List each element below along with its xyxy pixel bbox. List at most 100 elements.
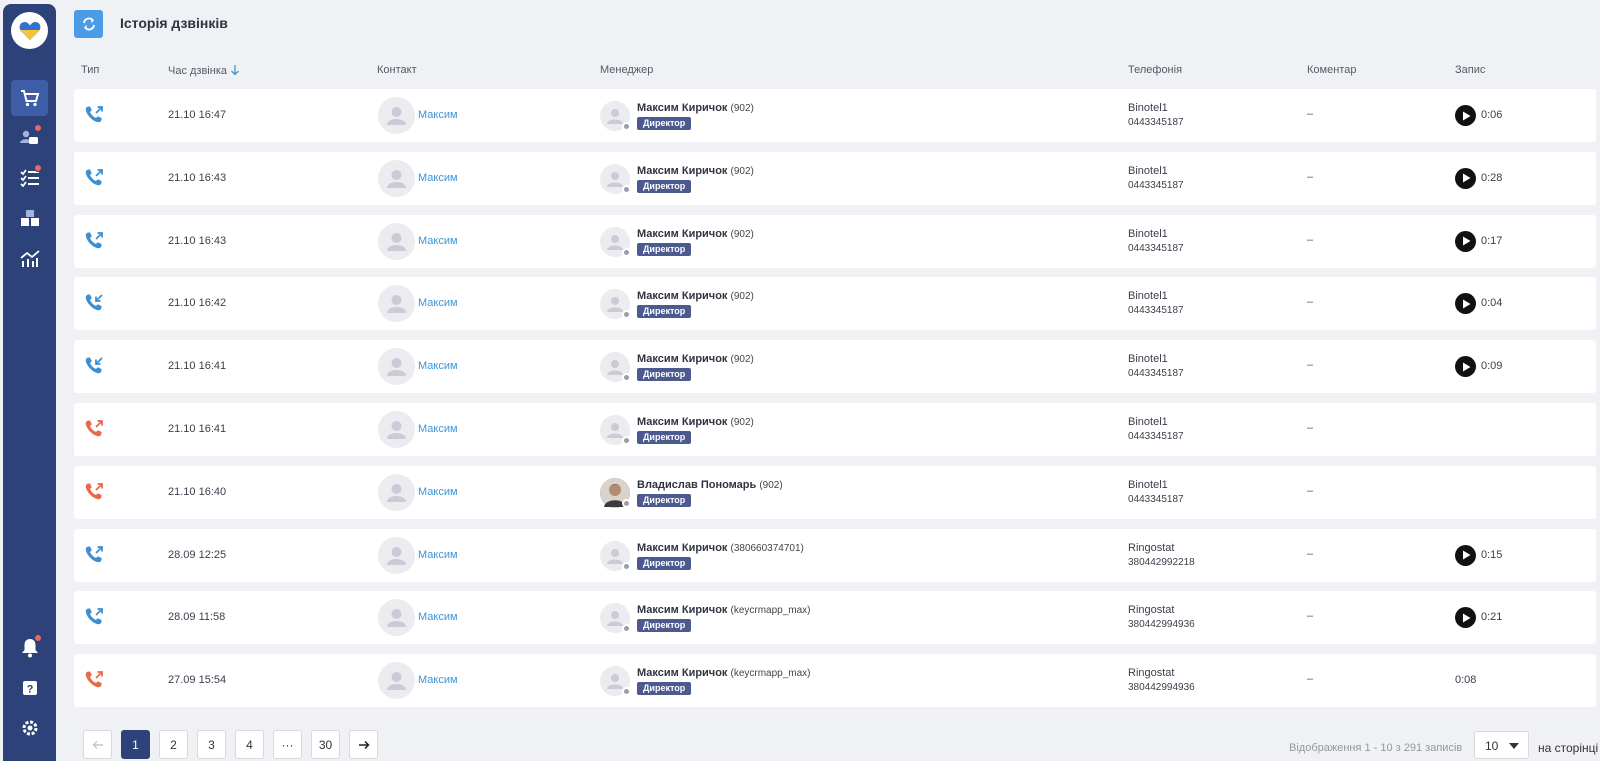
- per-page-label: на сторінці: [1538, 741, 1599, 755]
- sidebar-item-orders[interactable]: [11, 80, 48, 116]
- sidebar-settings[interactable]: [11, 710, 48, 746]
- table-row[interactable]: 21.10 16:41 Максим Максим Киричок (902) Дир…: [74, 340, 1596, 394]
- comment: –: [1307, 610, 1314, 623]
- contact-avatar: [378, 662, 415, 700]
- manager-info: Максим Киричок (keycrmapp_max): [637, 667, 811, 679]
- arrow-left-icon: [92, 740, 103, 749]
- play-record-button[interactable]: [1455, 544, 1476, 566]
- record-duration: 0:09: [1481, 360, 1503, 373]
- user-placeholder-icon: [387, 358, 406, 377]
- play-record-button[interactable]: [1455, 105, 1476, 126]
- comment: –: [1307, 296, 1314, 309]
- contact-link[interactable]: Максим: [418, 486, 458, 498]
- page-button-30[interactable]: 30: [311, 730, 340, 759]
- contact-link[interactable]: Максим: [418, 549, 458, 561]
- call-time: 28.09 12:25: [168, 548, 227, 561]
- contact-link[interactable]: Максим: [418, 172, 458, 184]
- manager-info: Максим Киричок (keycrmapp_max): [637, 604, 811, 616]
- contact-link[interactable]: Максим: [418, 235, 458, 247]
- column-header-comment: Коментар: [1307, 64, 1357, 76]
- contact-avatar: [378, 222, 415, 260]
- arrow-right-icon: [358, 740, 370, 749]
- page-button-4[interactable]: 4: [235, 730, 264, 759]
- role-badge: Директор: [637, 117, 692, 130]
- table-row[interactable]: 21.10 16:41 Максим Максим Киричок (902) Дир…: [74, 403, 1596, 456]
- telephony-number: 0443345187: [1128, 117, 1184, 128]
- contact-link[interactable]: Максим: [418, 423, 458, 435]
- manager-info: Максим Киричок (902): [637, 353, 754, 365]
- comment: –: [1307, 170, 1314, 183]
- manager-name: Максим Киричок: [637, 290, 728, 303]
- telephony-provider: Binotel1: [1128, 353, 1168, 366]
- column-header-manager: Менеджер: [600, 64, 654, 76]
- page-button-1[interactable]: 1: [121, 730, 150, 759]
- play-record-button[interactable]: [1455, 167, 1476, 189]
- contact-link[interactable]: Максим: [418, 109, 458, 121]
- refresh-button[interactable]: [74, 10, 103, 38]
- table-row[interactable]: 27.09 15:54 Максим Максим Киричок (keycrma…: [74, 654, 1596, 708]
- contact-avatar: [378, 536, 415, 574]
- manager-extension: (902): [730, 417, 754, 428]
- caret-down-icon: [1509, 743, 1519, 749]
- call-time: 21.10 16:43: [168, 234, 227, 247]
- contact-avatar: [378, 97, 415, 134]
- table-row[interactable]: 21.10 16:43 Максим Максим Киричок (902) Дир…: [74, 151, 1596, 205]
- table-row[interactable]: 21.10 16:43 Максим Максим Киричок (902) Дир…: [74, 214, 1596, 268]
- comment: –: [1307, 359, 1314, 372]
- missed-call-icon: [85, 482, 103, 500]
- contact-link[interactable]: Максим: [418, 674, 458, 686]
- play-record-button[interactable]: [1455, 293, 1476, 315]
- manager-name: Максим Киричок: [637, 353, 728, 366]
- manager-name: Максим Киричок: [637, 604, 728, 617]
- page-ellipsis[interactable]: ···: [273, 730, 302, 759]
- table-row[interactable]: 21.10 16:47 Максим Максим Киричок (902) Дир…: [74, 89, 1596, 142]
- table-row[interactable]: 28.09 11:58 Максим Максим Киричок (keycrma…: [74, 591, 1596, 645]
- contact-link[interactable]: Максим: [418, 360, 458, 372]
- sidebar-item-tasks[interactable]: [11, 160, 48, 196]
- heart-logo-icon: [19, 21, 40, 40]
- sidebar-help[interactable]: ?: [11, 670, 48, 706]
- play-record-button[interactable]: [1455, 356, 1476, 378]
- outgoing-call-icon: [85, 168, 103, 186]
- table-row[interactable]: 21.10 16:42 Максим Максим Киричок (902) Дир…: [74, 277, 1596, 331]
- sidebar-item-warehouse[interactable]: [11, 200, 48, 236]
- call-time: 21.10 16:41: [168, 423, 227, 435]
- record-duration: 0:06: [1481, 109, 1503, 121]
- record-duration: 0:17: [1481, 234, 1503, 247]
- page-size-select[interactable]: 10: [1474, 731, 1529, 759]
- contact-avatar: [378, 285, 415, 323]
- user-placeholder-icon: [387, 421, 406, 439]
- manager-name: Максим Киричок: [637, 667, 728, 680]
- play-icon: [1462, 550, 1470, 560]
- play-record-button[interactable]: [1455, 230, 1476, 252]
- logo[interactable]: [11, 12, 48, 49]
- page-button-3[interactable]: 3: [197, 730, 226, 759]
- status-indicator: [622, 247, 631, 257]
- column-header-time[interactable]: Час дзвінка: [168, 64, 240, 77]
- manager-info: Максим Киричок (902): [637, 165, 754, 177]
- column-header-time-label: Час дзвінка: [168, 65, 228, 77]
- status-indicator: [622, 122, 631, 131]
- manager-name: Владислав Пономарь: [637, 478, 757, 491]
- call-time: 21.10 16:43: [168, 171, 227, 184]
- sidebar-item-clients[interactable]: [11, 120, 48, 156]
- page-title: Історія дзвінків: [120, 15, 228, 31]
- page-button-2[interactable]: 2: [159, 730, 188, 759]
- page-size-value: 10: [1485, 739, 1499, 753]
- prev-page-button[interactable]: [83, 730, 112, 759]
- table-row[interactable]: 28.09 12:25 Максим Максим Киричок (3806603…: [74, 528, 1596, 582]
- manager-info: Максим Киричок (902): [637, 102, 754, 114]
- manager-avatar: [600, 666, 631, 697]
- sidebar-item-analytics[interactable]: [11, 240, 48, 276]
- next-page-button[interactable]: [349, 730, 378, 759]
- play-icon: [1462, 111, 1470, 120]
- gear-icon: [22, 720, 37, 736]
- table-row[interactable]: 21.10 16:40 Максим Владислав Пономарь (902…: [74, 465, 1596, 519]
- manager-extension: (902): [730, 228, 754, 240]
- play-record-button[interactable]: [1455, 607, 1476, 629]
- manager-extension: (902): [730, 291, 754, 303]
- sidebar-notifications[interactable]: [11, 630, 48, 666]
- contact-link[interactable]: Максим: [418, 611, 458, 623]
- manager-name: Максим Киричок: [637, 164, 728, 177]
- contact-link[interactable]: Максим: [418, 297, 458, 309]
